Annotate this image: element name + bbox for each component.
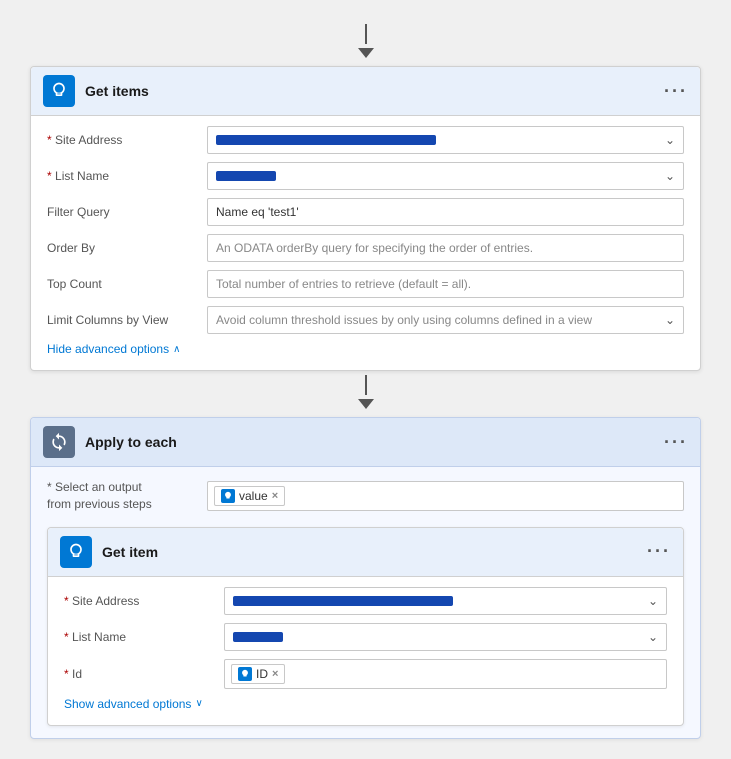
middle-arrow-connector [358, 375, 374, 413]
get-items-menu[interactable]: ··· [664, 81, 688, 102]
filter-query-row: Filter Query Name eq 'test1' [47, 198, 684, 226]
limit-columns-placeholder: Avoid column threshold issues by only us… [216, 313, 592, 327]
top-count-label: Top Count [47, 277, 207, 291]
apply-to-each-icon [43, 426, 75, 458]
get-item-inner-card: Get item ··· Site Address ⌄ List Nam [47, 527, 684, 726]
site-address-inner-blurred [233, 596, 453, 606]
value-tag-sharepoint-svg [223, 491, 233, 501]
list-name-blurred [216, 171, 276, 181]
id-tag-label: ID [256, 667, 268, 681]
arrow-down-top [358, 48, 374, 58]
site-address-inner-arrow: ⌄ [648, 594, 658, 608]
list-name-inner-row: List Name ⌄ [64, 623, 667, 651]
order-by-placeholder: An ODATA orderBy query for specifying th… [216, 241, 533, 255]
list-name-row: List Name ⌄ [47, 162, 684, 190]
get-items-title: Get items [85, 83, 664, 99]
get-item-sp-icon [60, 536, 92, 568]
value-tag-close[interactable]: × [272, 490, 278, 502]
id-inner-row: Id ID × [64, 659, 667, 689]
limit-columns-label: Limit Columns by View [47, 313, 207, 327]
get-items-card: Get items ··· Site Address ⌄ List Name ⌄ [30, 66, 701, 371]
list-name-inner-input[interactable]: ⌄ [224, 623, 667, 651]
site-address-inner-input[interactable]: ⌄ [224, 587, 667, 615]
list-name-inner-label: List Name [64, 630, 224, 644]
apply-to-each-title: Apply to each [85, 434, 664, 450]
id-inner-input[interactable]: ID × [224, 659, 667, 689]
select-output-row: * Select an outputfrom previous steps va… [47, 479, 684, 513]
show-advanced-toggle[interactable]: Show advanced options ∨ [64, 697, 667, 711]
id-inner-label: Id [64, 667, 224, 681]
top-count-input[interactable]: Total number of entries to retrieve (def… [207, 270, 684, 298]
get-items-sp-icon [43, 75, 75, 107]
site-address-label: Site Address [47, 133, 207, 147]
arrow-line-top [365, 24, 367, 44]
get-items-header: Get items ··· [31, 67, 700, 116]
value-tag-label: value [239, 489, 268, 503]
apply-to-each-header: Apply to each ··· [31, 418, 700, 467]
list-name-inner-arrow: ⌄ [648, 630, 658, 644]
loop-svg [49, 432, 69, 452]
hide-advanced-label: Hide advanced options [47, 342, 169, 356]
filter-query-input[interactable]: Name eq 'test1' [207, 198, 684, 226]
limit-columns-arrow: ⌄ [665, 313, 675, 327]
arrow-down-middle [358, 399, 374, 409]
select-output-input[interactable]: value × [207, 481, 684, 511]
get-item-header: Get item ··· [48, 528, 683, 577]
id-tag-sp-icon [238, 667, 252, 681]
get-item-title: Get item [102, 544, 647, 560]
list-name-arrow: ⌄ [665, 169, 675, 183]
get-item-menu[interactable]: ··· [647, 541, 671, 562]
apply-to-each-card: Apply to each ··· * Select an outputfrom… [30, 417, 701, 739]
hide-advanced-toggle[interactable]: Hide advanced options ∧ [47, 342, 684, 356]
order-by-label: Order By [47, 241, 207, 255]
apply-to-each-body: * Select an outputfrom previous steps va… [31, 467, 700, 738]
list-name-input[interactable]: ⌄ [207, 162, 684, 190]
list-name-inner-blurred [233, 632, 283, 642]
apply-to-each-menu[interactable]: ··· [664, 432, 688, 453]
get-item-sharepoint-svg [66, 542, 86, 562]
site-address-blurred [216, 135, 436, 145]
arrow-line-middle [365, 375, 367, 395]
get-items-body: Site Address ⌄ List Name ⌄ Filter Query … [31, 116, 700, 370]
top-count-placeholder: Total number of entries to retrieve (def… [216, 277, 471, 291]
limit-columns-input[interactable]: Avoid column threshold issues by only us… [207, 306, 684, 334]
site-address-row: Site Address ⌄ [47, 126, 684, 154]
filter-query-label: Filter Query [47, 205, 207, 219]
top-count-row: Top Count Total number of entries to ret… [47, 270, 684, 298]
id-tag: ID × [231, 664, 285, 684]
site-address-inner-label: Site Address [64, 594, 224, 608]
site-address-inner-row: Site Address ⌄ [64, 587, 667, 615]
value-tag: value × [214, 486, 285, 506]
select-output-label: * Select an outputfrom previous steps [47, 479, 207, 513]
sharepoint-svg [49, 81, 69, 101]
get-item-body: Site Address ⌄ List Name ⌄ [48, 577, 683, 725]
hide-advanced-chevron: ∧ [173, 344, 180, 355]
site-address-arrow: ⌄ [665, 133, 675, 147]
order-by-row: Order By An ODATA orderBy query for spec… [47, 234, 684, 262]
value-tag-sp-icon [221, 489, 235, 503]
flow-container: Get items ··· Site Address ⌄ List Name ⌄ [10, 10, 721, 749]
list-name-label: List Name [47, 169, 207, 183]
show-advanced-label: Show advanced options [64, 697, 191, 711]
show-advanced-chevron: ∨ [195, 698, 202, 709]
filter-query-value: Name eq 'test1' [216, 205, 299, 219]
id-tag-sharepoint-svg [240, 669, 250, 679]
top-arrow-connector [358, 24, 374, 62]
order-by-input[interactable]: An ODATA orderBy query for specifying th… [207, 234, 684, 262]
site-address-input[interactable]: ⌄ [207, 126, 684, 154]
id-tag-close[interactable]: × [272, 668, 278, 680]
limit-columns-row: Limit Columns by View Avoid column thres… [47, 306, 684, 334]
